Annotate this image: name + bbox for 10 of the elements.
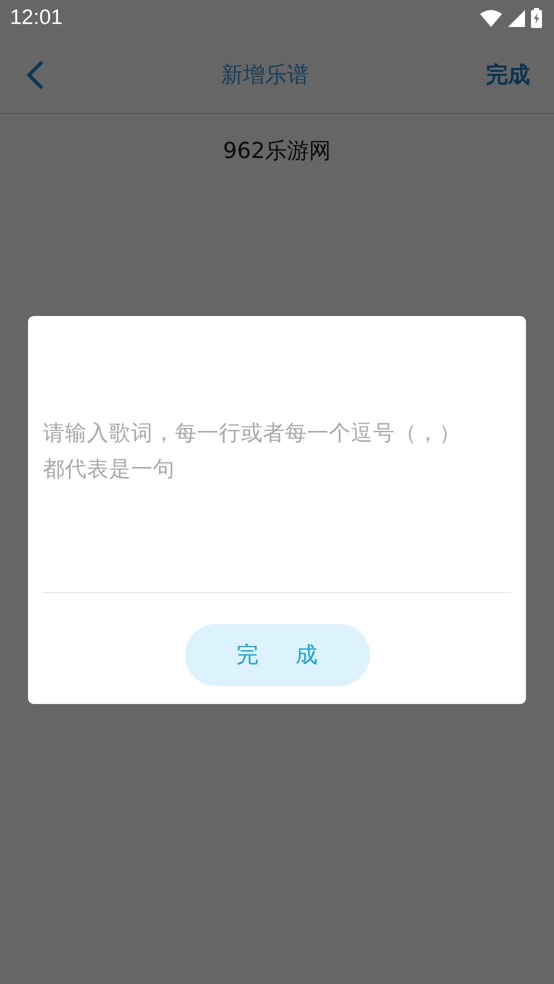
score-name: 962乐游网	[223, 138, 331, 166]
lyrics-field[interactable]: 请输入歌词，每一行或者每一个逗号（，）都代表是一句	[43, 416, 511, 593]
status-time: 12:01	[10, 6, 63, 30]
done-button[interactable]: 完成	[486, 60, 530, 90]
signal-icon	[508, 10, 525, 26]
done-button[interactable]: 完成	[184, 624, 370, 686]
wifi-icon	[480, 9, 502, 27]
back-icon[interactable]	[26, 60, 44, 90]
page-title: 新增乐谱	[221, 62, 309, 90]
battery-icon	[531, 8, 542, 28]
